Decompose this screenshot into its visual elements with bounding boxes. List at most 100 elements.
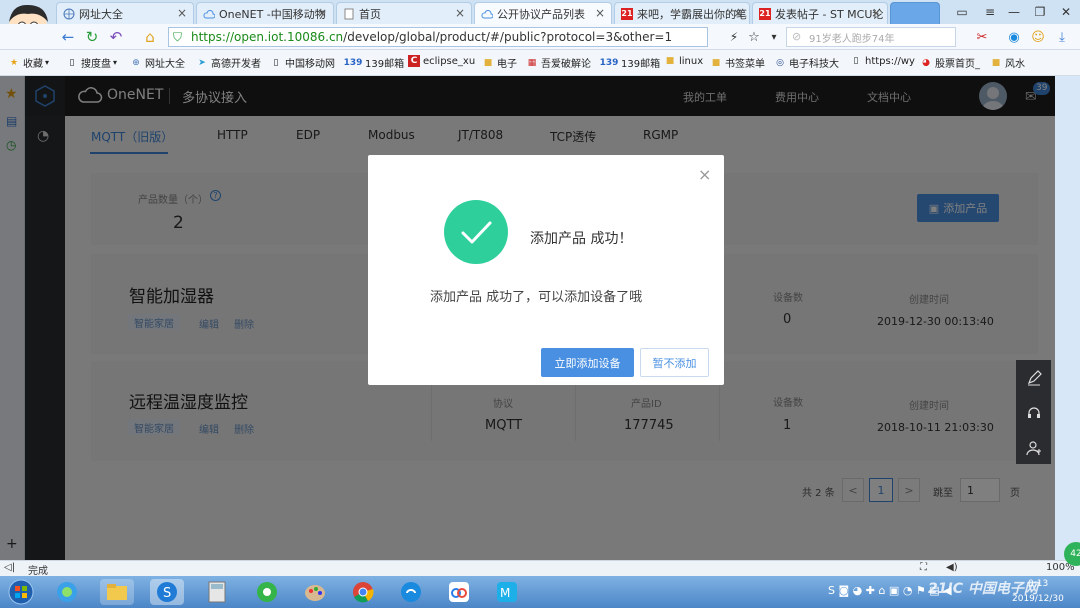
favorite-label: 吾爱破解论 — [541, 59, 591, 70]
cloud-icon — [481, 8, 493, 20]
mail-139-icon: 139 — [343, 57, 363, 68]
modal-message: 添加产品 成功了，可以添加设备了哦 — [430, 290, 643, 305]
pencil-icon[interactable] — [1016, 360, 1051, 395]
file-explorer-icon[interactable] — [100, 579, 134, 605]
close-icon[interactable]: × — [733, 6, 743, 20]
folder-icon: ■ — [483, 57, 493, 68]
cloud-drive-icon[interactable] — [442, 579, 476, 605]
restore-button[interactable]: ❐ — [1026, 2, 1054, 22]
app-m-icon[interactable]: M — [490, 579, 524, 605]
favorite-label: 139邮箱 — [621, 59, 661, 70]
folder-icon: ■ — [711, 57, 721, 68]
favorites-bar: ★ 收藏 ▾ ▯ 搜度盘 ▾ ⊕ 网址大全 ➤ 高德开发者 ▯ 中国移动网 139 139邮箱 … — [0, 50, 1080, 76]
close-icon[interactable]: × — [455, 6, 465, 20]
browser-tab-2[interactable]: 首页 × — [336, 2, 472, 24]
favorite-item[interactable]: Ceclipse_xu — [408, 55, 475, 67]
secure-shield-icon: ⛉ — [173, 30, 183, 44]
dropdown-icon[interactable]: ▾ — [764, 27, 784, 47]
search-input[interactable]: ⊘ 91岁老人跑步74年 — [786, 27, 956, 47]
browser-tab-5[interactable]: 21 发表帖子 - ST MCU论 × — [752, 2, 888, 24]
favorite-label: 风水 — [1005, 59, 1025, 70]
screenshot-icon[interactable]: ⛶ — [920, 562, 927, 573]
favorite-label: https://wy — [865, 55, 915, 67]
audio-icon[interactable]: ◀) — [946, 562, 958, 573]
page-icon: ▯ — [273, 57, 279, 68]
close-icon[interactable]: × — [698, 165, 711, 184]
globe-icon — [63, 8, 75, 20]
minimize-button[interactable]: — — [1000, 2, 1028, 22]
browser-tab-0[interactable]: 网址大全 × — [56, 2, 194, 24]
sidebar-toggle-icon[interactable]: ◁| — [4, 562, 15, 573]
favorite-item[interactable]: ■ 电子 — [482, 55, 517, 71]
undo-icon[interactable]: ↶ — [106, 27, 126, 47]
chat-app-icon[interactable] — [394, 579, 428, 605]
url-input[interactable]: ⛉ https://open.iot.10086.cn/develop/glob… — [168, 27, 708, 47]
tab-label: 首页 — [359, 7, 381, 21]
download-icon[interactable]: ⤓ — [1052, 27, 1072, 47]
star-icon: ★ — [9, 57, 19, 68]
favorite-label: 收藏 — [23, 59, 43, 70]
clock-date[interactable]: 2019/12/30 — [1012, 594, 1064, 604]
back-icon[interactable]: ← — [58, 27, 78, 47]
favorite-item[interactable]: ★ 收藏 ▾ — [8, 55, 49, 71]
svg-text:M: M — [500, 586, 510, 600]
qq-browser-icon[interactable]: ◉ — [1004, 27, 1024, 47]
browser-360-icon[interactable] — [50, 579, 84, 605]
favorite-item[interactable]: ◕ 股票首页_ — [920, 55, 980, 71]
favorite-item[interactable]: 139 139邮箱 — [343, 55, 405, 71]
favorite-label: 139邮箱 — [365, 59, 405, 70]
favorite-item[interactable]: ▯ 中国移动网 — [270, 55, 335, 71]
floating-tools — [1016, 360, 1051, 464]
close-icon[interactable]: × — [317, 6, 327, 20]
green-app-icon[interactable] — [250, 579, 284, 605]
browser-tab-3[interactable]: 公开协议产品列表 × — [474, 2, 612, 24]
refresh-icon[interactable]: ↻ — [82, 27, 102, 47]
close-icon[interactable]: × — [177, 6, 187, 20]
page-icon: ▯ — [69, 57, 75, 68]
grid-icon: ▦ — [527, 57, 537, 68]
close-window-button[interactable]: ✕ — [1052, 2, 1080, 22]
browser-title-bar: 网址大全 × OneNET -中国移动物 × 首页 × 公开协议产品列表 × 2… — [0, 0, 1080, 24]
clock-time[interactable]: 0:13 — [1028, 579, 1048, 589]
lightning-icon[interactable]: ⚡ — [724, 27, 744, 47]
browser-tab-1[interactable]: OneNET -中国移动物 × — [196, 2, 334, 24]
mail-139-icon: 139 — [599, 57, 619, 68]
tab-label: 网址大全 — [79, 7, 123, 21]
headset-icon[interactable] — [1016, 395, 1051, 430]
c-logo-icon: C — [408, 55, 420, 67]
address-toolbar: ← ↻ ↶ ⌂ ⛉ https://open.iot.10086.cn/deve… — [0, 24, 1080, 50]
favorite-item[interactable]: ➤ 高德开发者 — [196, 55, 261, 71]
calculator-icon[interactable] — [200, 579, 234, 605]
paint-icon[interactable] — [298, 579, 332, 605]
new-tab-button[interactable] — [890, 2, 940, 24]
bookmark-star-icon[interactable]: ☆ — [744, 27, 764, 47]
favorite-item[interactable]: ◎ 电子科技大 — [774, 55, 839, 71]
scissors-icon[interactable]: ✂ — [972, 27, 992, 47]
favorite-item[interactable]: 139 139邮箱 — [599, 55, 661, 71]
add-user-icon[interactable] — [1016, 430, 1051, 465]
favorite-item[interactable]: ⊕ 网址大全 — [130, 55, 185, 71]
home-icon[interactable]: ⌂ — [140, 27, 160, 47]
favorite-item[interactable]: ■ linux — [664, 55, 703, 67]
favorite-item[interactable]: ▯ 搜度盘 ▾ — [66, 55, 118, 71]
favorite-item[interactable]: ■ 风水 — [990, 55, 1025, 71]
start-button[interactable] — [4, 579, 38, 605]
skin-icon[interactable]: ▭ — [948, 2, 976, 22]
favorite-item[interactable]: ■ 书签菜单 — [710, 55, 765, 71]
status-text: 完成 — [28, 566, 48, 577]
close-icon[interactable]: × — [595, 6, 605, 20]
skip-button[interactable]: 暂不添加 — [640, 348, 709, 377]
browser-tab-4[interactable]: 21 来吧，学霸展出你的笔 × — [614, 2, 750, 24]
favorite-item[interactable]: ▦ 吾爱破解论 — [526, 55, 591, 71]
favorite-item[interactable]: ▯ https://wy — [850, 55, 915, 67]
favorite-label: 电子科技大 — [789, 59, 839, 70]
close-icon[interactable]: × — [871, 6, 881, 20]
favorite-label: 书签菜单 — [725, 59, 765, 70]
smile-icon[interactable]: ☺ — [1028, 27, 1048, 47]
sogou-icon[interactable]: S — [150, 579, 184, 605]
favorite-label: 电子 — [497, 59, 517, 70]
chrome-icon[interactable] — [346, 579, 380, 605]
badge-21-icon: 21 — [621, 7, 633, 20]
add-device-now-button[interactable]: 立即添加设备 — [541, 348, 634, 377]
favorite-label: 高德开发者 — [211, 59, 261, 70]
